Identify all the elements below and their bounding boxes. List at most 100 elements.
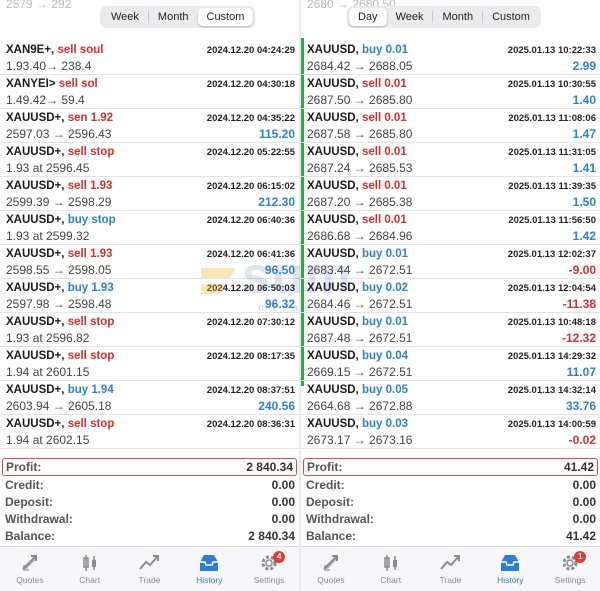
deal-row[interactable]: XAUUSD, sell 0.01 2025.01.13 11:08:06 2687…: [301, 109, 600, 143]
deal-side: buy 0.01: [361, 316, 408, 328]
deal-prices: 2687.48 → 2672.51: [307, 331, 413, 345]
deal-row[interactable]: XAUUSD, buy 0.01 2025.01.13 10:22:33 2684.…: [301, 41, 600, 75]
deal-profit: -9.00: [568, 263, 596, 277]
period-custom-button[interactable]: Custom: [197, 8, 254, 26]
deal-row[interactable]: XAUUSD, sell 0.01 2025.01.13 11:56:50 2686…: [301, 211, 600, 245]
deal-row[interactable]: XAUUSD, buy 0.04 2025.01.13 14:29:32 2669.…: [301, 347, 600, 381]
deal-prices: 2599.39 → 2598.29: [6, 195, 112, 209]
deal-profit: -0.02: [568, 433, 596, 447]
deal-profit: 212.30: [258, 195, 295, 209]
deal-row[interactable]: XAUUSD+, sell stop 2024.12.20 05:22:55 1.9…: [0, 143, 299, 177]
deal-row[interactable]: XAUUSD, sell 0.01 2025.01.13 11:39:35 2687…: [301, 177, 600, 211]
tab-history[interactable]: History: [179, 547, 239, 591]
deal-time: 2025.01.13 11:56:50: [508, 215, 596, 226]
period-custom-button[interactable]: Custom: [483, 8, 539, 26]
deal-time: 2025.01.13 14:32:14: [507, 385, 596, 396]
deal-time: 2024.12.20 06:15:02: [206, 181, 295, 192]
period-week-button[interactable]: Week: [102, 8, 148, 26]
deal-row[interactable]: XAUUSD+, sell stop 2024.12.20 08:17:35 1.9…: [0, 347, 299, 381]
deposit-label: Deposit:: [306, 495, 354, 509]
profit-row: Profit: 41.42: [303, 458, 598, 476]
deal-prices: 1.49.42→ 59.4: [6, 93, 85, 107]
profit-label: Profit:: [6, 460, 42, 474]
trade-icon: [139, 555, 160, 570]
deal-title: XAUUSD+, buy 1.93: [6, 282, 114, 294]
deal-row[interactable]: XAUUSD, buy 0.01 2025.01.13 12:02:37 2683.…: [301, 245, 600, 279]
chart-icon: [383, 555, 397, 571]
deal-row[interactable]: XAN9E+, sell soul 2024.12.20 04:24:29 1.93…: [0, 41, 299, 75]
deal-row[interactable]: XANYEI> sell sol 2024.12.20 04:30:18 1.49.…: [0, 75, 299, 109]
deal-title: XANYEI> sell sol: [6, 78, 98, 90]
deal-time: 2025.01.13 11:08:06: [508, 113, 596, 124]
deal-time: 2024.12.20 07:30:12: [206, 317, 295, 328]
deal-profit: 2.99: [572, 59, 596, 73]
deal-symbol: XAUUSD+,: [6, 146, 65, 158]
deal-profit: 11.07: [566, 365, 596, 379]
deal-profit: -12.32: [561, 331, 596, 345]
deal-title: XAUUSD+, buy stop: [6, 214, 116, 226]
bottom-tab-bar: Quotes Chart Trade History 4 Settings: [0, 546, 299, 591]
deal-row[interactable]: XAUUSD, buy 0.05 2025.01.13 14:32:14 2664.…: [301, 381, 600, 415]
deal-side: buy 0.05: [361, 384, 408, 396]
deal-row[interactable]: XAUUSD, buy 0.03 2025.01.13 14:00:59 2673.…: [301, 415, 600, 449]
deal-row[interactable]: XAUUSD, buy 0.02 2025.01.13 12:04:54 2684.…: [301, 279, 600, 313]
deal-symbol: XAUUSD,: [307, 384, 359, 396]
quotes-icon: [323, 555, 339, 571]
tab-label: Trade: [439, 575, 462, 585]
deal-row[interactable]: XAUUSD, sell 0.01 2025.01.13 11:31:05 2687…: [301, 143, 600, 177]
deal-time: 2024.12.20 08:37:51: [206, 385, 295, 396]
deal-time: 2025.01.13 11:39:35: [508, 181, 596, 192]
deal-profit: 1.47: [572, 127, 596, 141]
deal-row[interactable]: XAUUSD, buy 0.01 2025.01.13 10:48:18 2687.…: [301, 313, 600, 347]
deal-title: XAUUSD, sell 0.01: [307, 214, 407, 226]
balance-row: Balance: 41.42: [301, 528, 600, 545]
deal-row[interactable]: XAUUSD+, sell 1.93 2024.12.20 06:41:36 259…: [0, 245, 299, 279]
deal-row[interactable]: XAUUSD, sell 0.01 2025.01.13 10:30:55 2687…: [301, 75, 600, 109]
deal-row[interactable]: XAUUSD+, buy stop 2024.12.20 06:40:36 1.93…: [0, 211, 299, 245]
tab-settings[interactable]: 4 Settings: [239, 547, 299, 591]
balance-row: Balance: 2 840.34: [0, 528, 299, 545]
period-day-button[interactable]: Day: [349, 8, 387, 26]
tab-label: Trade: [138, 575, 161, 585]
deal-time: 2024.12.20 06:40:36: [206, 215, 295, 226]
settings-badge: 4: [273, 551, 286, 563]
period-week-button[interactable]: Week: [387, 8, 433, 26]
tab-trade[interactable]: Trade: [120, 547, 180, 591]
tab-quotes[interactable]: Quotes: [0, 547, 60, 591]
deal-row[interactable]: XAUUSD+, sell stop 2024.12.20 07:30:12 1.9…: [0, 313, 299, 347]
deal-title: XAN9E+, sell soul: [6, 44, 104, 56]
trade-icon: [440, 555, 461, 570]
deal-title: XAUUSD+, buy 1.94: [6, 384, 114, 396]
tab-trade[interactable]: Trade: [421, 547, 481, 591]
deal-time: 2025.01.13 10:30:55: [507, 79, 596, 90]
credit-label: Credit:: [306, 478, 345, 492]
deal-title: XAUUSD, buy 0.04: [307, 350, 408, 362]
deal-symbol: XAUUSD,: [307, 44, 359, 56]
deal-symbol: XAUUSD+,: [6, 248, 65, 260]
tab-label: Quotes: [16, 575, 44, 585]
deal-title: XAUUSD, sell 0.01: [307, 112, 407, 124]
tab-history[interactable]: History: [480, 547, 540, 591]
deal-side: sell sol: [58, 78, 98, 90]
deal-row[interactable]: XAUUSD+, sell 1.93 2024.12.20 06:15:02 259…: [0, 177, 299, 211]
deal-row[interactable]: XAUUSD+, sell stop 2024.12.20 08:36:31 1.9…: [0, 415, 299, 449]
settings-badge: 1: [574, 551, 587, 563]
period-month-button[interactable]: Month: [149, 8, 198, 26]
deal-prices: 1.93.40→ 238.4: [6, 59, 92, 73]
tab-settings[interactable]: 1 Settings: [540, 547, 600, 591]
deal-row[interactable]: XAUUSD+, sen 1.92 2024.12.20 04:35:22 2597…: [0, 109, 299, 143]
deal-prices: 2687.50 → 2685.80: [307, 93, 413, 107]
deal-time: 2024.12.20 06:50:03: [206, 283, 295, 294]
tab-quotes[interactable]: Quotes: [301, 547, 361, 591]
deal-row[interactable]: XAUUSD+, buy 1.93 2024.12.20 06:50:03 2597…: [0, 279, 299, 313]
withdrawal-value: 0.00: [572, 512, 596, 526]
deal-list: XAUUSD, buy 0.01 2025.01.13 10:22:33 2684.…: [301, 41, 600, 449]
profit-label: Profit:: [307, 460, 343, 474]
period-month-button[interactable]: Month: [433, 8, 482, 26]
deal-row[interactable]: XAUUSD+, buy 1.94 2024.12.20 08:37:51 2603…: [0, 381, 299, 415]
deal-time: 2024.12.20 04:35:22: [206, 113, 295, 124]
tab-chart[interactable]: Chart: [361, 547, 421, 591]
tab-chart[interactable]: Chart: [60, 547, 120, 591]
withdrawal-value: 0.00: [271, 512, 295, 526]
deal-side: buy 0.01: [361, 248, 408, 260]
